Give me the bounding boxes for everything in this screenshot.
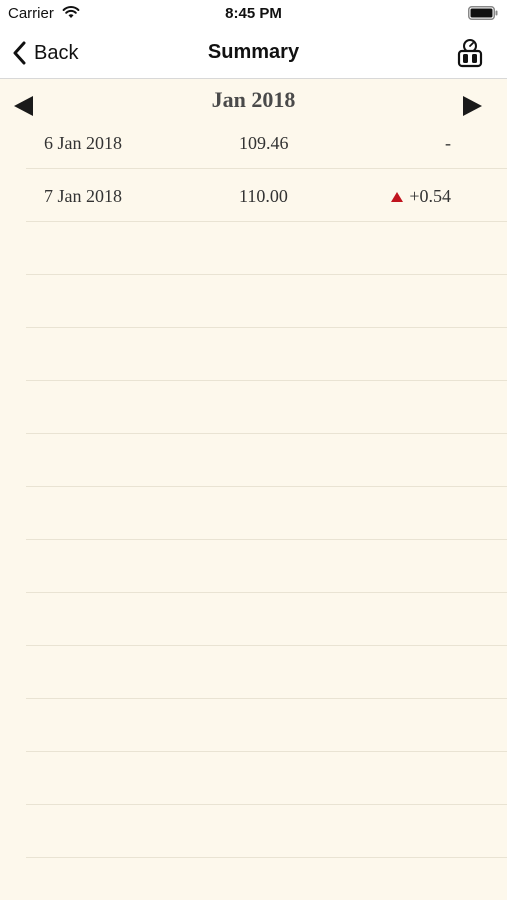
row-value: 109.46 xyxy=(239,133,289,153)
row-value: 110.00 xyxy=(239,186,288,206)
navigation-bar: Back Summary xyxy=(0,30,507,79)
list-row xyxy=(26,434,507,487)
row-change-text: - xyxy=(445,133,451,153)
list-row xyxy=(26,752,507,805)
list-row: 7 Jan 2018 110.00 +0.54 xyxy=(26,169,507,222)
summary-list: 6 Jan 2018 109.46 - 7 Jan 2018 110.00 +0.54 xyxy=(26,116,507,858)
list-row xyxy=(26,805,507,858)
list-row xyxy=(26,593,507,646)
clock-time: 8:45 PM xyxy=(225,5,282,22)
row-change: - xyxy=(445,133,451,154)
row-change-text: +0.54 xyxy=(409,186,451,206)
gauge-button[interactable] xyxy=(457,38,483,68)
list-row xyxy=(26,222,507,275)
next-month-button[interactable] xyxy=(461,95,483,117)
month-title: Jan 2018 xyxy=(211,87,296,112)
list-row xyxy=(26,646,507,699)
list-row xyxy=(26,275,507,328)
month-header: Jan 2018 xyxy=(0,79,507,119)
gauge-icon xyxy=(457,39,483,68)
page-title: Summary xyxy=(207,41,300,63)
list-row xyxy=(26,381,507,434)
row-change: +0.54 xyxy=(391,186,451,207)
battery-icon xyxy=(468,6,498,20)
right-triangle-icon xyxy=(463,96,482,116)
list-row xyxy=(26,699,507,752)
row-date: 6 Jan 2018 xyxy=(44,133,122,153)
list-row xyxy=(26,487,507,540)
list-row xyxy=(26,328,507,381)
list-row xyxy=(26,540,507,593)
list-row: 6 Jan 2018 109.46 - xyxy=(26,116,507,169)
row-date: 7 Jan 2018 xyxy=(44,186,122,206)
up-arrow-icon xyxy=(391,191,404,202)
status-bar: Carrier 8:45 PM xyxy=(0,0,507,30)
